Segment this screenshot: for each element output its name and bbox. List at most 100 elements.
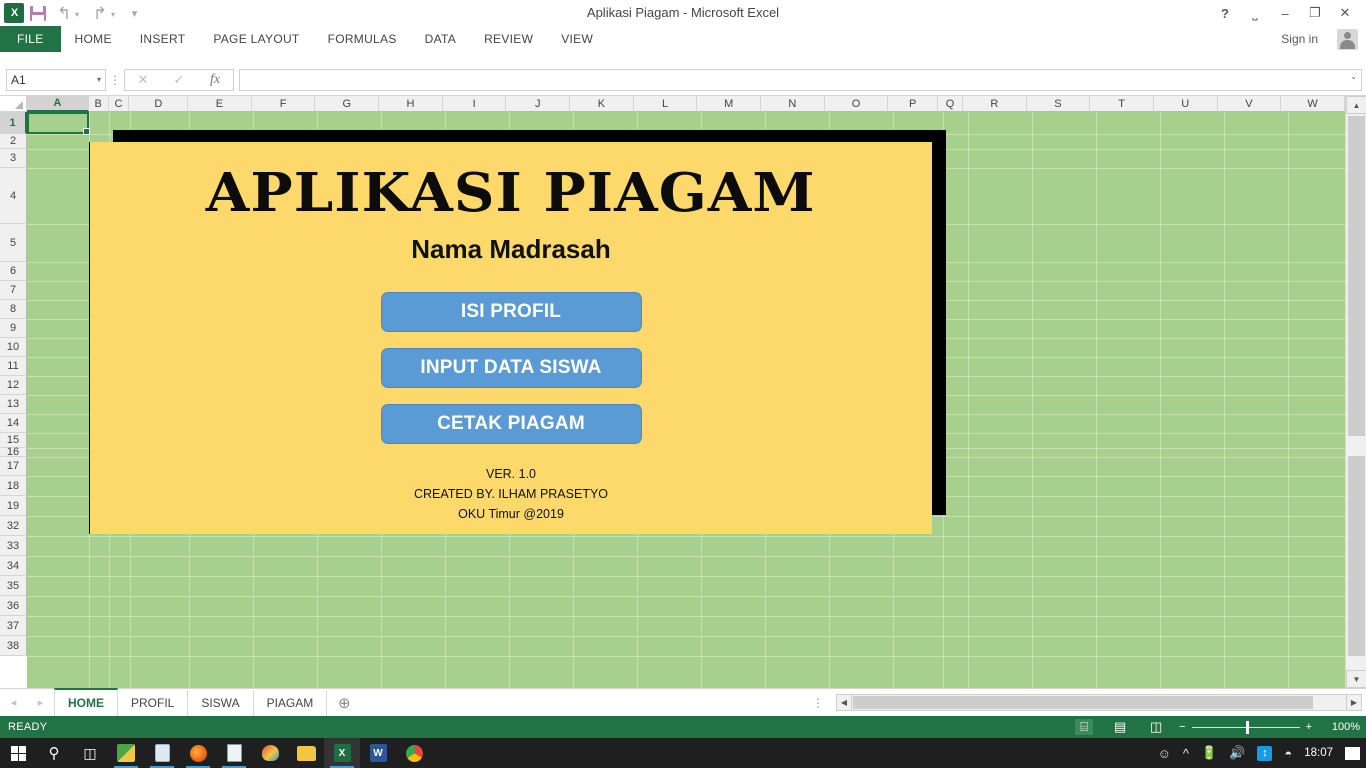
column-header-s[interactable]: S (1026, 96, 1091, 112)
battery-icon[interactable]: 🔋 (1201, 745, 1217, 761)
row-header-3[interactable]: 3 (0, 149, 27, 168)
file-explorer-icon[interactable] (288, 738, 324, 768)
restore-icon[interactable]: ❐ (1300, 1, 1330, 25)
volume-icon[interactable]: 🔊 (1229, 745, 1245, 761)
search-icon[interactable]: ⚲ (36, 738, 72, 768)
sheet-tab-piagam[interactable]: PIAGAM (254, 689, 328, 716)
column-header-v[interactable]: V (1217, 96, 1282, 112)
column-header-c[interactable]: C (108, 96, 130, 112)
page-break-view-icon[interactable]: ◫ (1147, 719, 1165, 735)
avatar[interactable] (1337, 29, 1358, 50)
column-header-g[interactable]: G (315, 96, 380, 112)
ribbon-tab-view[interactable]: VIEW (547, 26, 607, 52)
column-header-e[interactable]: E (188, 96, 252, 112)
column-header-n[interactable]: N (761, 96, 825, 112)
column-header-u[interactable]: U (1153, 96, 1218, 112)
wifi-icon[interactable]: ◓ (1284, 746, 1292, 761)
ribbon-tab-file[interactable]: FILE (0, 26, 61, 52)
sheet-canvas[interactable]: APLIKASI PIAGAM Nama Madrasah ISI PROFIL… (27, 112, 1345, 688)
row-header-2[interactable]: 2 (0, 134, 27, 149)
column-header-f[interactable]: F (251, 96, 316, 112)
ribbon-tab-review[interactable]: REVIEW (470, 26, 547, 52)
cancel-icon[interactable]: ✕ (125, 72, 161, 88)
insert-function-icon[interactable]: fx (197, 72, 233, 88)
row-header-37[interactable]: 37 (0, 616, 27, 636)
sheet-tab-profil[interactable]: PROFIL (118, 689, 189, 716)
row-header-12[interactable]: 12 (0, 376, 27, 395)
paint-icon[interactable] (252, 738, 288, 768)
row-header-9[interactable]: 9 (0, 319, 27, 338)
column-header-t[interactable]: T (1090, 96, 1154, 112)
help-icon[interactable]: ? (1210, 1, 1240, 25)
column-header-b[interactable]: B (88, 96, 109, 112)
row-header-11[interactable]: 11 (0, 357, 27, 376)
row-header-10[interactable]: 10 (0, 338, 27, 357)
row-header-5[interactable]: 5 (0, 224, 27, 262)
zoom-slider[interactable]: − + (1179, 720, 1312, 734)
excel-icon[interactable]: X (324, 738, 360, 768)
column-header-p[interactable]: P (888, 96, 939, 112)
column-header-l[interactable]: L (633, 96, 698, 112)
column-header-i[interactable]: I (442, 96, 507, 112)
ribbon-tab-insert[interactable]: INSERT (126, 26, 200, 52)
previous-sheet-icon[interactable]: ◂ (11, 696, 17, 709)
vertical-scroll-thumb[interactable] (1348, 116, 1365, 436)
task-view-icon[interactable]: ◫ (72, 738, 108, 768)
minimize-icon[interactable]: – (1270, 1, 1300, 25)
sheet-tab-home[interactable]: HOME (54, 687, 118, 716)
column-header-j[interactable]: J (506, 96, 571, 112)
column-header-w[interactable]: W (1281, 96, 1345, 112)
row-header-16[interactable]: 16 (0, 446, 27, 458)
row-header-36[interactable]: 36 (0, 596, 27, 616)
add-sheet-icon[interactable]: ⊕ (327, 694, 361, 712)
row-header-38[interactable]: 38 (0, 636, 27, 656)
sheet-tab-siswa[interactable]: SISWA (188, 689, 254, 716)
expand-formula-bar-icon[interactable]: ⌄ (1350, 72, 1357, 81)
row-header-17[interactable]: 17 (0, 457, 27, 476)
horizontal-scrollbar[interactable]: ◀ ▶ (836, 694, 1362, 711)
scroll-left-icon[interactable]: ◀ (836, 694, 852, 711)
cetak-piagam-button[interactable]: CETAK PIAGAM (380, 404, 642, 444)
column-header-a[interactable]: A (27, 96, 89, 112)
row-header-35[interactable]: 35 (0, 576, 27, 596)
column-header-r[interactable]: R (962, 96, 1027, 112)
firefox-icon[interactable] (180, 738, 216, 768)
close-icon[interactable]: ✕ (1330, 1, 1360, 25)
show-hidden-icons[interactable]: ^ (1183, 746, 1189, 761)
row-header-13[interactable]: 13 (0, 395, 27, 414)
page-layout-view-icon[interactable]: ▤ (1111, 719, 1129, 735)
scroll-down-icon[interactable]: ▼ (1346, 670, 1366, 688)
formula-input[interactable]: ⌄ (239, 68, 1362, 91)
column-header-m[interactable]: M (697, 96, 762, 112)
chevron-down-icon[interactable]: ▾ (97, 75, 101, 84)
notification-icon[interactable] (1345, 746, 1360, 760)
ribbon-tab-formulas[interactable]: FORMULAS (314, 26, 411, 52)
column-header-d[interactable]: D (129, 96, 189, 112)
people-icon[interactable]: ☺ (1158, 746, 1171, 761)
row-header-1[interactable]: 1 (0, 112, 27, 134)
scroll-up-icon[interactable]: ▲ (1346, 96, 1366, 114)
contacts-icon[interactable] (216, 738, 252, 768)
horizontal-scroll-track[interactable] (852, 694, 1346, 711)
confirm-icon[interactable]: ✓ (161, 72, 197, 88)
row-header-14[interactable]: 14 (0, 414, 27, 433)
isi-profil-button[interactable]: ISI PROFIL (380, 292, 642, 332)
row-header-8[interactable]: 8 (0, 300, 27, 319)
row-header-6[interactable]: 6 (0, 262, 27, 281)
row-header-34[interactable]: 34 (0, 556, 27, 576)
active-cell-a1[interactable] (27, 112, 90, 135)
zoom-out-icon[interactable]: − (1179, 721, 1185, 733)
select-all-corner[interactable] (0, 96, 27, 112)
next-sheet-icon[interactable]: ▸ (38, 696, 44, 709)
zoom-track[interactable] (1191, 720, 1300, 734)
column-header-q[interactable]: Q (938, 96, 963, 112)
ribbon-tab-data[interactable]: DATA (411, 26, 470, 52)
column-header-k[interactable]: K (570, 96, 634, 112)
start-button[interactable] (0, 738, 36, 768)
sign-in-link[interactable]: Sign in (1281, 26, 1318, 52)
normal-view-icon[interactable]: ⌸ (1075, 719, 1094, 735)
row-header-7[interactable]: 7 (0, 281, 27, 300)
horizontal-scroll-thumb[interactable] (853, 696, 1313, 709)
column-header-o[interactable]: O (824, 96, 889, 112)
calculator-icon[interactable] (144, 738, 180, 768)
